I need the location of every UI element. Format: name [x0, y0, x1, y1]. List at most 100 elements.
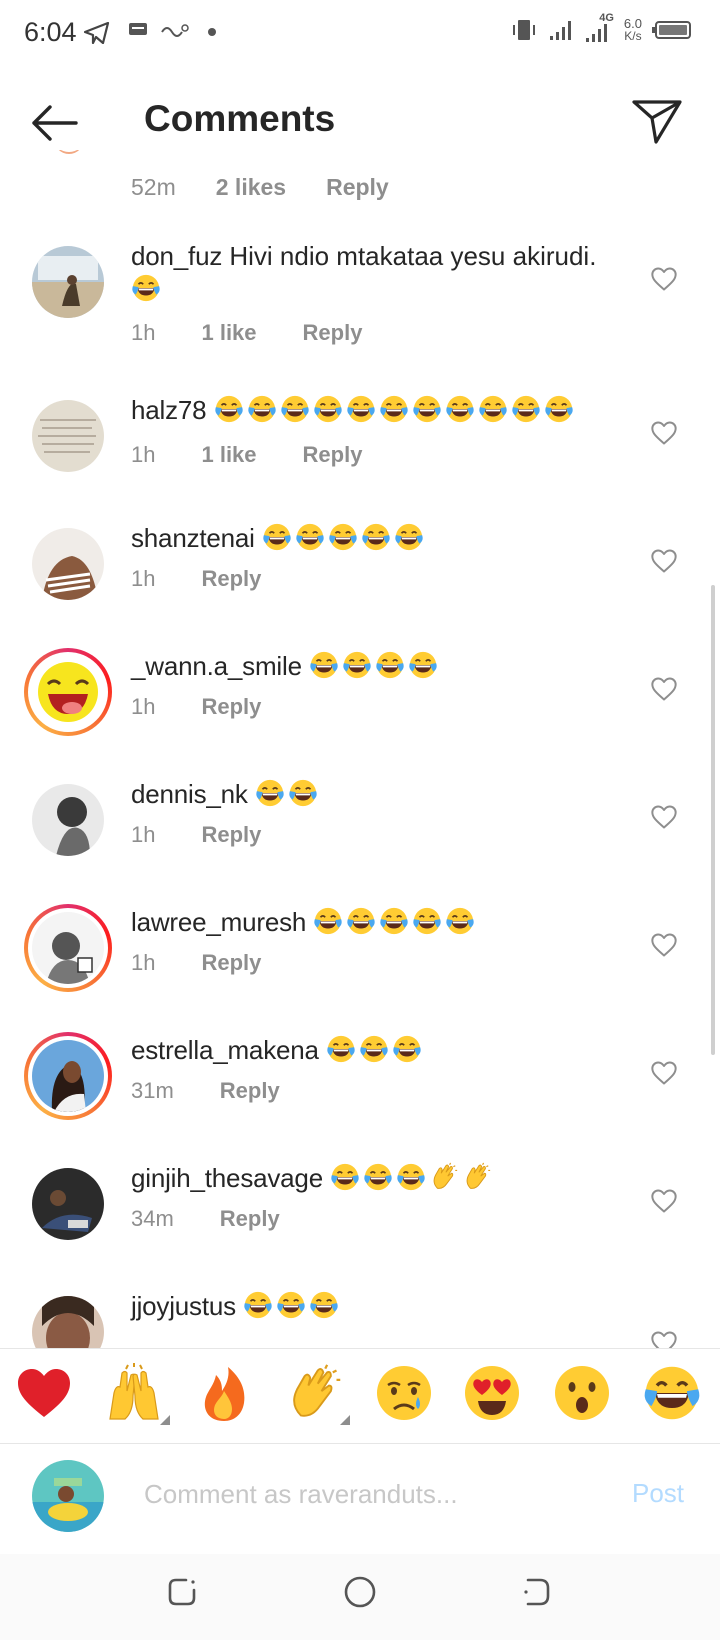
- reply-button[interactable]: Reply: [201, 822, 261, 848]
- reply-button[interactable]: Reply: [201, 566, 261, 592]
- like-heart-icon[interactable]: [650, 1188, 678, 1214]
- avatar[interactable]: [32, 246, 104, 318]
- comment-username[interactable]: shanztenai: [131, 523, 255, 553]
- comment-meta: 1h Reply: [131, 694, 307, 720]
- like-heart-icon[interactable]: [650, 1060, 678, 1086]
- tears-of-joy-emoji-icon: [392, 1034, 422, 1064]
- comment-username[interactable]: ginjih_thesavage: [131, 1163, 323, 1193]
- comment-meta: 1h Reply: [131, 950, 307, 976]
- scrollbar[interactable]: [711, 585, 715, 1055]
- avatar[interactable]: [24, 648, 112, 736]
- status-right: 4G 6.0 K/s: [510, 12, 692, 44]
- tears-of-joy-emoji-icon: [544, 394, 574, 424]
- post-button[interactable]: Post: [632, 1478, 684, 1509]
- emoji-run: [313, 907, 478, 937]
- safaricom-icon: [161, 24, 189, 37]
- avatar[interactable]: [32, 400, 104, 472]
- comment-meta: 31m Reply: [131, 1078, 326, 1104]
- avatar[interactable]: [32, 1168, 104, 1240]
- recents-nav-icon[interactable]: [162, 1572, 202, 1612]
- comment-username[interactable]: lawree_muresh: [131, 907, 306, 937]
- raising-hands-emoji-icon[interactable]: [104, 1363, 164, 1423]
- signal-icon: [549, 21, 571, 40]
- emoji-run: [429, 1163, 495, 1193]
- comment-time: 1h: [131, 320, 156, 345]
- like-heart-icon[interactable]: [650, 266, 678, 292]
- share-send-icon[interactable]: [630, 94, 684, 148]
- tears-of-joy-emoji-icon[interactable]: [642, 1363, 702, 1423]
- tears-of-joy-emoji-icon: [309, 650, 339, 680]
- reply-button[interactable]: Reply: [201, 694, 261, 720]
- tears-of-joy-emoji-icon: [328, 522, 358, 552]
- avatar[interactable]: [24, 1032, 112, 1120]
- avatar[interactable]: [24, 904, 112, 992]
- back-arrow-icon[interactable]: [28, 96, 82, 150]
- comments-list[interactable]: 52m 2 likes Reply don_fuz Hivi ndio mtak…: [0, 150, 720, 1348]
- reply-button[interactable]: Reply: [326, 174, 389, 201]
- tears-of-joy-emoji-icon: [375, 650, 405, 680]
- home-nav-icon[interactable]: [340, 1572, 380, 1612]
- like-heart-icon[interactable]: [650, 1330, 678, 1348]
- comment-item: lawree_muresh 1h Reply: [0, 904, 720, 1034]
- avatar[interactable]: [32, 784, 104, 856]
- comment-time: 1h: [131, 822, 156, 847]
- comment-username[interactable]: jjoyjustus: [131, 1291, 236, 1321]
- reply-button[interactable]: Reply: [303, 320, 363, 346]
- comment-time: 34m: [131, 1206, 174, 1231]
- likes-count-button[interactable]: 2 likes: [216, 174, 286, 201]
- comment-time: 31m: [131, 1078, 174, 1103]
- comment-input[interactable]: [144, 1472, 574, 1516]
- comment-item: jjoyjustus: [0, 1290, 720, 1348]
- like-heart-icon[interactable]: [650, 804, 678, 830]
- signal-4g: 4G: [584, 12, 614, 44]
- tears-of-joy-emoji-icon: [243, 1290, 273, 1320]
- clapping-hands-emoji-icon: [429, 1162, 459, 1192]
- reply-button[interactable]: Reply: [201, 950, 261, 976]
- quick-reaction-bar: [0, 1348, 720, 1444]
- comment-time: 1h: [131, 442, 156, 467]
- like-heart-icon[interactable]: [650, 548, 678, 574]
- surprised-face-emoji-icon[interactable]: [552, 1363, 612, 1423]
- tears-of-joy-emoji-icon: [346, 906, 376, 936]
- tears-of-joy-emoji-icon: [379, 394, 409, 424]
- telegram-icon: [84, 22, 110, 44]
- comment-username[interactable]: _wann.a_smile: [131, 651, 302, 681]
- reply-button[interactable]: Reply: [220, 1078, 280, 1104]
- emoji-run: [255, 779, 321, 809]
- fire-emoji-icon[interactable]: [194, 1363, 254, 1423]
- battery-icon: [652, 21, 691, 39]
- comment-username[interactable]: halz78: [131, 395, 207, 425]
- reply-button[interactable]: Reply: [220, 1206, 280, 1232]
- comment-username[interactable]: estrella_makena: [131, 1035, 319, 1065]
- tears-of-joy-emoji-icon: [412, 906, 442, 936]
- message-icon: [129, 23, 147, 35]
- likes-count-button[interactable]: 1 like: [201, 320, 256, 346]
- comment-time: 52m: [131, 174, 176, 200]
- emoji-run: [214, 395, 577, 425]
- reply-button[interactable]: Reply: [303, 442, 363, 468]
- comment-item: halz78 1h 1 like Reply: [0, 394, 720, 522]
- comment-text: dennis_nk: [131, 778, 621, 811]
- comment-username[interactable]: don_fuz: [131, 241, 222, 271]
- tears-of-joy-emoji-icon: [394, 522, 424, 552]
- tears-of-joy-emoji-icon: [361, 522, 391, 552]
- tears-of-joy-emoji-icon: [276, 1290, 306, 1320]
- avatar[interactable]: [32, 1296, 104, 1348]
- back-nav-icon[interactable]: [516, 1572, 556, 1612]
- like-heart-icon[interactable]: [650, 932, 678, 958]
- likes-count-button[interactable]: 1 like: [201, 442, 256, 468]
- like-heart-icon[interactable]: [650, 676, 678, 702]
- red-heart-emoji-icon[interactable]: [14, 1363, 74, 1423]
- comment-username[interactable]: dennis_nk: [131, 779, 248, 809]
- like-heart-icon[interactable]: [650, 420, 678, 446]
- clapping-hands-emoji-icon[interactable]: [284, 1363, 344, 1423]
- comment-time: 1h: [131, 566, 156, 591]
- heart-eyes-emoji-icon[interactable]: [462, 1363, 522, 1423]
- crying-face-emoji-icon[interactable]: [374, 1363, 434, 1423]
- page-title: Comments: [144, 98, 336, 139]
- comment-item: don_fuz Hivi ndio mtakataa yesu akirudi.…: [0, 240, 720, 368]
- tears-of-joy-emoji-icon: [214, 394, 244, 424]
- avatar[interactable]: [32, 528, 104, 600]
- current-user-avatar: [32, 1460, 104, 1532]
- clapping-hands-emoji-icon: [462, 1162, 492, 1192]
